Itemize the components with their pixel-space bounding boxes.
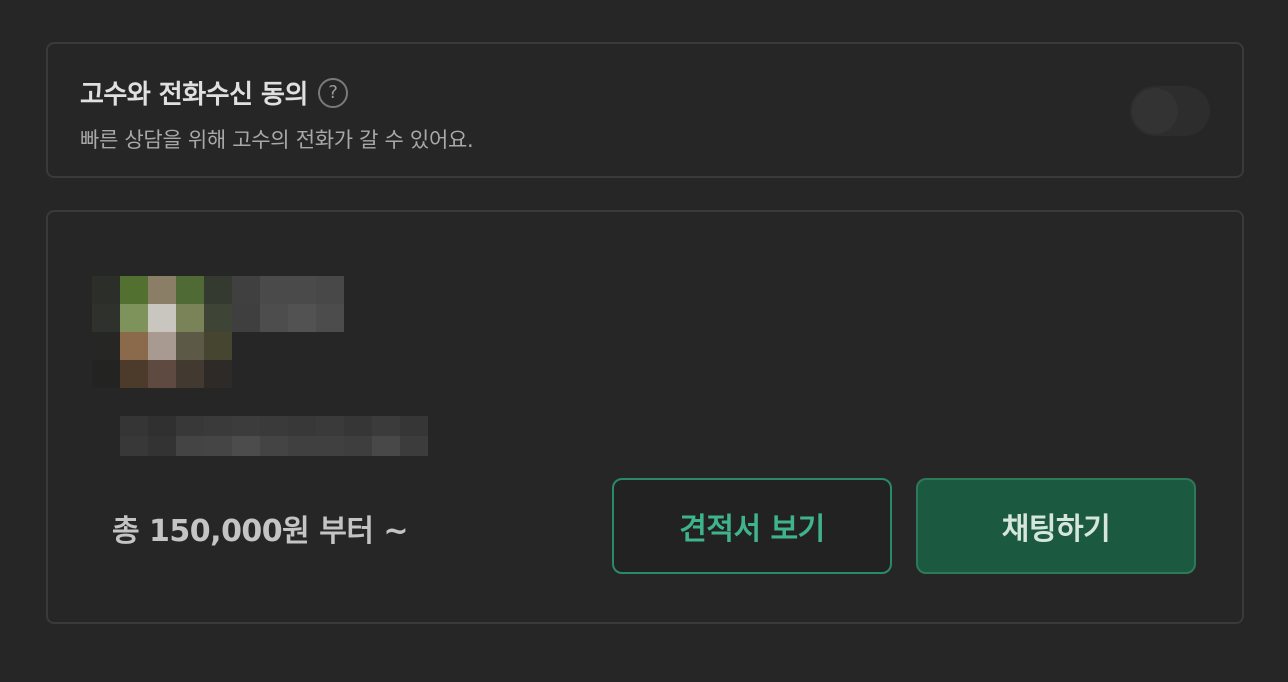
info-pixel bbox=[372, 436, 400, 456]
avatar-pixel bbox=[148, 332, 176, 360]
avatar-pixel bbox=[148, 276, 176, 304]
info-pixel bbox=[260, 436, 288, 456]
pro-offer-card: 총 150,000원 부터 ~ 견적서 보기 채팅하기 bbox=[46, 210, 1244, 624]
help-icon[interactable]: ? bbox=[317, 77, 348, 108]
consent-title: 고수와 전화수신 동의 bbox=[80, 80, 308, 110]
avatar-pixel bbox=[288, 360, 316, 388]
avatar-pixel bbox=[92, 332, 120, 360]
avatar-pixel bbox=[232, 304, 260, 332]
avatar-pixel bbox=[260, 360, 288, 388]
info-pixel bbox=[148, 436, 176, 456]
avatar-pixel bbox=[120, 304, 148, 332]
info-pixel bbox=[92, 416, 120, 436]
info-pixel bbox=[400, 436, 428, 456]
avatar-pixel bbox=[232, 360, 260, 388]
info-pixel bbox=[288, 416, 316, 436]
avatar-pixel bbox=[316, 360, 344, 388]
info-pixel bbox=[344, 436, 372, 456]
avatar-pixel bbox=[288, 304, 316, 332]
info-pixel bbox=[148, 416, 176, 436]
info-pixel bbox=[92, 436, 120, 456]
avatar-pixel bbox=[288, 276, 316, 304]
info-pixel bbox=[400, 416, 428, 436]
info-pixel bbox=[232, 416, 260, 436]
avatar-pixel bbox=[176, 304, 204, 332]
avatar-pixel bbox=[204, 332, 232, 360]
avatar-pixel bbox=[204, 360, 232, 388]
avatar-pixel bbox=[204, 304, 232, 332]
avatar-pixel bbox=[148, 360, 176, 388]
avatar-pixel bbox=[92, 304, 120, 332]
avatar-pixel bbox=[260, 304, 288, 332]
avatar-pixel bbox=[148, 304, 176, 332]
consent-title-row: 고수와 전화수신 동의 ? bbox=[80, 74, 348, 111]
info-pixel bbox=[204, 436, 232, 456]
info-pixel bbox=[372, 416, 400, 436]
avatar-pixel bbox=[316, 332, 344, 360]
avatar-pixel bbox=[176, 332, 204, 360]
info-pixel bbox=[120, 416, 148, 436]
avatar-pixel bbox=[92, 360, 120, 388]
info-pixel bbox=[288, 436, 316, 456]
avatar-pixel bbox=[288, 332, 316, 360]
pro-info-pixelated bbox=[92, 416, 430, 456]
pro-avatar-pixelated bbox=[92, 276, 344, 388]
info-pixel bbox=[120, 436, 148, 456]
consent-toggle[interactable] bbox=[1130, 86, 1210, 136]
info-pixel bbox=[316, 416, 344, 436]
avatar-pixel bbox=[316, 304, 344, 332]
toggle-knob bbox=[1132, 88, 1178, 134]
info-pixel bbox=[316, 436, 344, 456]
avatar-pixel bbox=[260, 276, 288, 304]
avatar-pixel bbox=[204, 276, 232, 304]
chat-button[interactable]: 채팅하기 bbox=[916, 478, 1196, 574]
info-pixel bbox=[176, 436, 204, 456]
avatar-pixel bbox=[232, 276, 260, 304]
info-pixel bbox=[176, 416, 204, 436]
view-quote-button[interactable]: 견적서 보기 bbox=[612, 478, 892, 574]
avatar-pixel bbox=[176, 360, 204, 388]
info-pixel bbox=[204, 416, 232, 436]
avatar-pixel bbox=[260, 332, 288, 360]
consent-description: 빠른 상담을 위해 고수의 전화가 갈 수 있어요. bbox=[80, 128, 474, 152]
info-pixel bbox=[260, 416, 288, 436]
price-text: 총 150,000원 부터 ~ bbox=[112, 514, 409, 549]
avatar-pixel bbox=[232, 332, 260, 360]
avatar-pixel bbox=[120, 360, 148, 388]
avatar-pixel bbox=[120, 332, 148, 360]
phone-consent-card: 고수와 전화수신 동의 ? 빠른 상담을 위해 고수의 전화가 갈 수 있어요. bbox=[46, 42, 1244, 178]
info-pixel bbox=[344, 416, 372, 436]
avatar-pixel bbox=[120, 276, 148, 304]
avatar-pixel bbox=[92, 276, 120, 304]
info-pixel bbox=[232, 436, 260, 456]
avatar-pixel bbox=[176, 276, 204, 304]
avatar-pixel bbox=[316, 276, 344, 304]
